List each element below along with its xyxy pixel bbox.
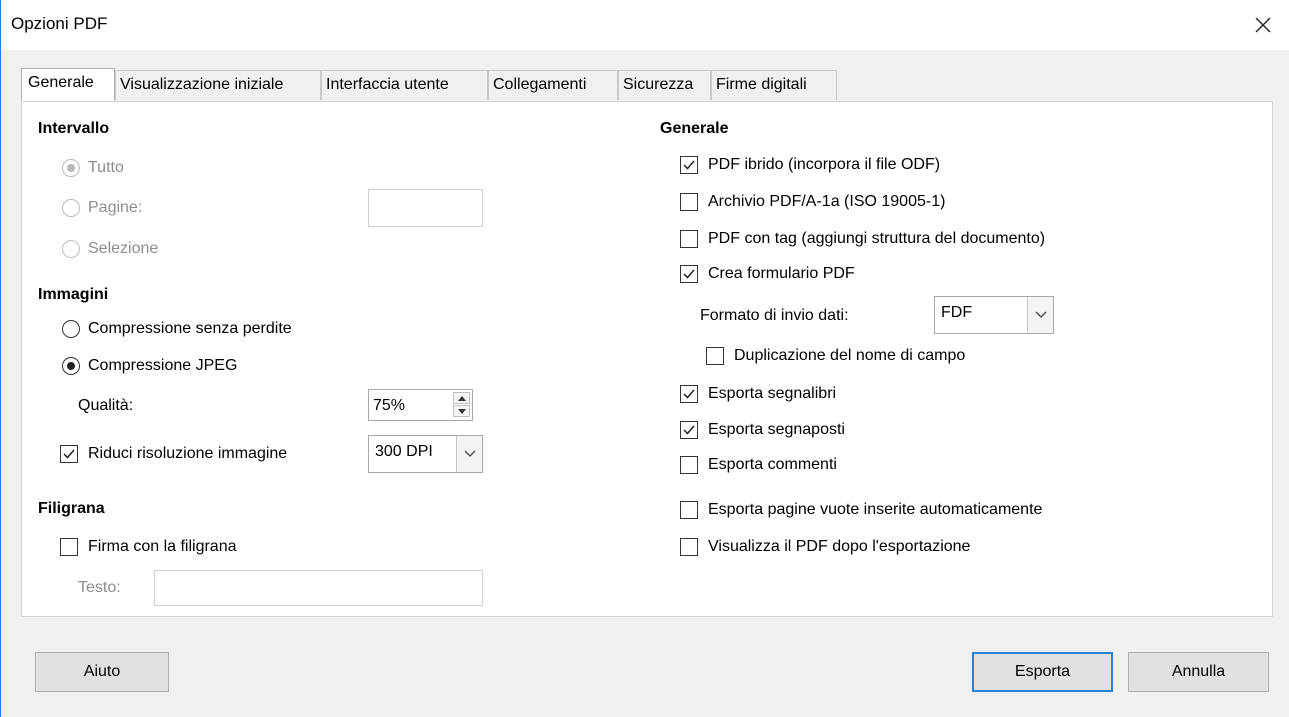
check-icon — [683, 389, 695, 399]
quality-label: Qualità: — [78, 397, 134, 414]
tab-firme-digitali[interactable]: Firme digitali — [711, 70, 837, 100]
create-form-checkbox[interactable] — [680, 265, 698, 283]
export-blank-pages-checkbox[interactable] — [680, 501, 698, 519]
chevron-down-icon — [1035, 311, 1046, 318]
title-bar: Opzioni PDF — [1, 0, 1289, 50]
quality-down-button[interactable] — [453, 405, 470, 417]
watermark-heading: Filigrana — [38, 500, 105, 517]
tagged-pdf-checkbox[interactable] — [680, 230, 698, 248]
range-pages-input[interactable] — [368, 189, 483, 227]
export-button[interactable]: Esporta — [972, 652, 1113, 692]
pdf-options-dialog: Opzioni PDF Generale Visualizzazione ini… — [0, 0, 1289, 717]
lossless-compression-radio[interactable] — [62, 320, 80, 338]
resolution-value: 300 DPI — [375, 443, 433, 460]
range-selection-radio[interactable] — [62, 240, 80, 258]
reduce-resolution-checkbox[interactable] — [60, 445, 78, 463]
chevron-down-icon — [464, 450, 475, 457]
view-after-export-label: Visualizza il PDF dopo l'esportazione — [708, 538, 971, 555]
jpeg-compression-radio[interactable] — [62, 357, 80, 375]
arrow-down-icon — [457, 408, 466, 414]
export-placeholders-checkbox[interactable] — [680, 421, 698, 439]
range-all-label: Tutto — [88, 159, 124, 176]
sign-watermark-checkbox[interactable] — [60, 538, 78, 556]
window-title: Opzioni PDF — [11, 14, 108, 33]
general-heading: Generale — [660, 120, 729, 137]
export-bookmarks-checkbox[interactable] — [680, 385, 698, 403]
range-all-radio[interactable] — [62, 159, 80, 177]
close-button[interactable] — [1246, 8, 1280, 42]
check-icon — [683, 269, 695, 279]
check-icon — [683, 425, 695, 435]
export-placeholders-label: Esporta segnaposti — [708, 421, 845, 438]
range-pages-radio[interactable] — [62, 199, 80, 217]
resolution-dropdown[interactable]: 300 DPI — [368, 435, 483, 473]
archive-pdfa-label: Archivio PDF/A-1a (ISO 19005-1) — [708, 193, 946, 210]
hybrid-pdf-label: PDF ibrido (incorpora il file ODF) — [708, 156, 941, 173]
images-heading: Immagini — [38, 286, 109, 303]
submit-format-dropdown-arrow[interactable] — [1027, 297, 1053, 333]
export-bookmarks-label: Esporta segnalibri — [708, 385, 837, 402]
arrow-up-icon — [457, 395, 466, 401]
lossless-compression-label: Compressione senza perdite — [88, 320, 292, 337]
quality-spinbox[interactable]: 75% — [368, 389, 473, 421]
export-blank-pages-label: Esporta pagine vuote inserite automatica… — [708, 501, 1043, 518]
watermark-text-label: Testo: — [78, 579, 121, 596]
tab-collegamenti[interactable]: Collegamenti — [488, 70, 618, 100]
range-selection-label: Selezione — [88, 240, 159, 257]
tab-generale[interactable]: Generale — [21, 68, 115, 101]
general-tab-panel: Intervallo Tutto Pagine: Selezione Immag… — [21, 101, 1273, 617]
export-comments-label: Esporta commenti — [708, 456, 837, 473]
help-button[interactable]: Aiuto — [35, 652, 169, 692]
jpeg-compression-label: Compressione JPEG — [88, 357, 238, 374]
cancel-button[interactable]: Annulla — [1128, 652, 1269, 692]
submit-format-value: FDF — [941, 304, 973, 321]
tagged-pdf-label: PDF con tag (aggiungi struttura del docu… — [708, 230, 1046, 247]
check-icon — [683, 160, 695, 170]
tab-interfaccia-utente[interactable]: Interfaccia utente — [321, 70, 488, 100]
resolution-dropdown-arrow[interactable] — [456, 436, 482, 472]
range-pages-label: Pagine: — [88, 199, 143, 216]
archive-pdfa-checkbox[interactable] — [680, 193, 698, 211]
duplicate-field-names-checkbox[interactable] — [706, 347, 724, 365]
range-heading: Intervallo — [38, 120, 110, 137]
sign-watermark-label: Firma con la filigrana — [88, 538, 237, 555]
quality-value: 75% — [373, 397, 406, 414]
watermark-text-input[interactable] — [154, 570, 483, 606]
submit-format-dropdown[interactable]: FDF — [934, 296, 1054, 334]
export-comments-checkbox[interactable] — [680, 456, 698, 474]
submit-format-label: Formato di invio dati: — [700, 307, 849, 324]
close-icon — [1255, 17, 1271, 33]
quality-spinner[interactable] — [453, 392, 470, 418]
quality-up-button[interactable] — [453, 392, 470, 404]
check-icon — [63, 449, 75, 459]
view-after-export-checkbox[interactable] — [680, 538, 698, 556]
create-form-label: Crea formulario PDF — [708, 265, 855, 282]
reduce-resolution-label: Riduci risoluzione immagine — [88, 445, 288, 462]
tab-visualizzazione-iniziale[interactable]: Visualizzazione iniziale — [115, 70, 321, 100]
tab-sicurezza[interactable]: Sicurezza — [618, 70, 711, 100]
duplicate-field-names-label: Duplicazione del nome di campo — [734, 347, 966, 364]
hybrid-pdf-checkbox[interactable] — [680, 156, 698, 174]
